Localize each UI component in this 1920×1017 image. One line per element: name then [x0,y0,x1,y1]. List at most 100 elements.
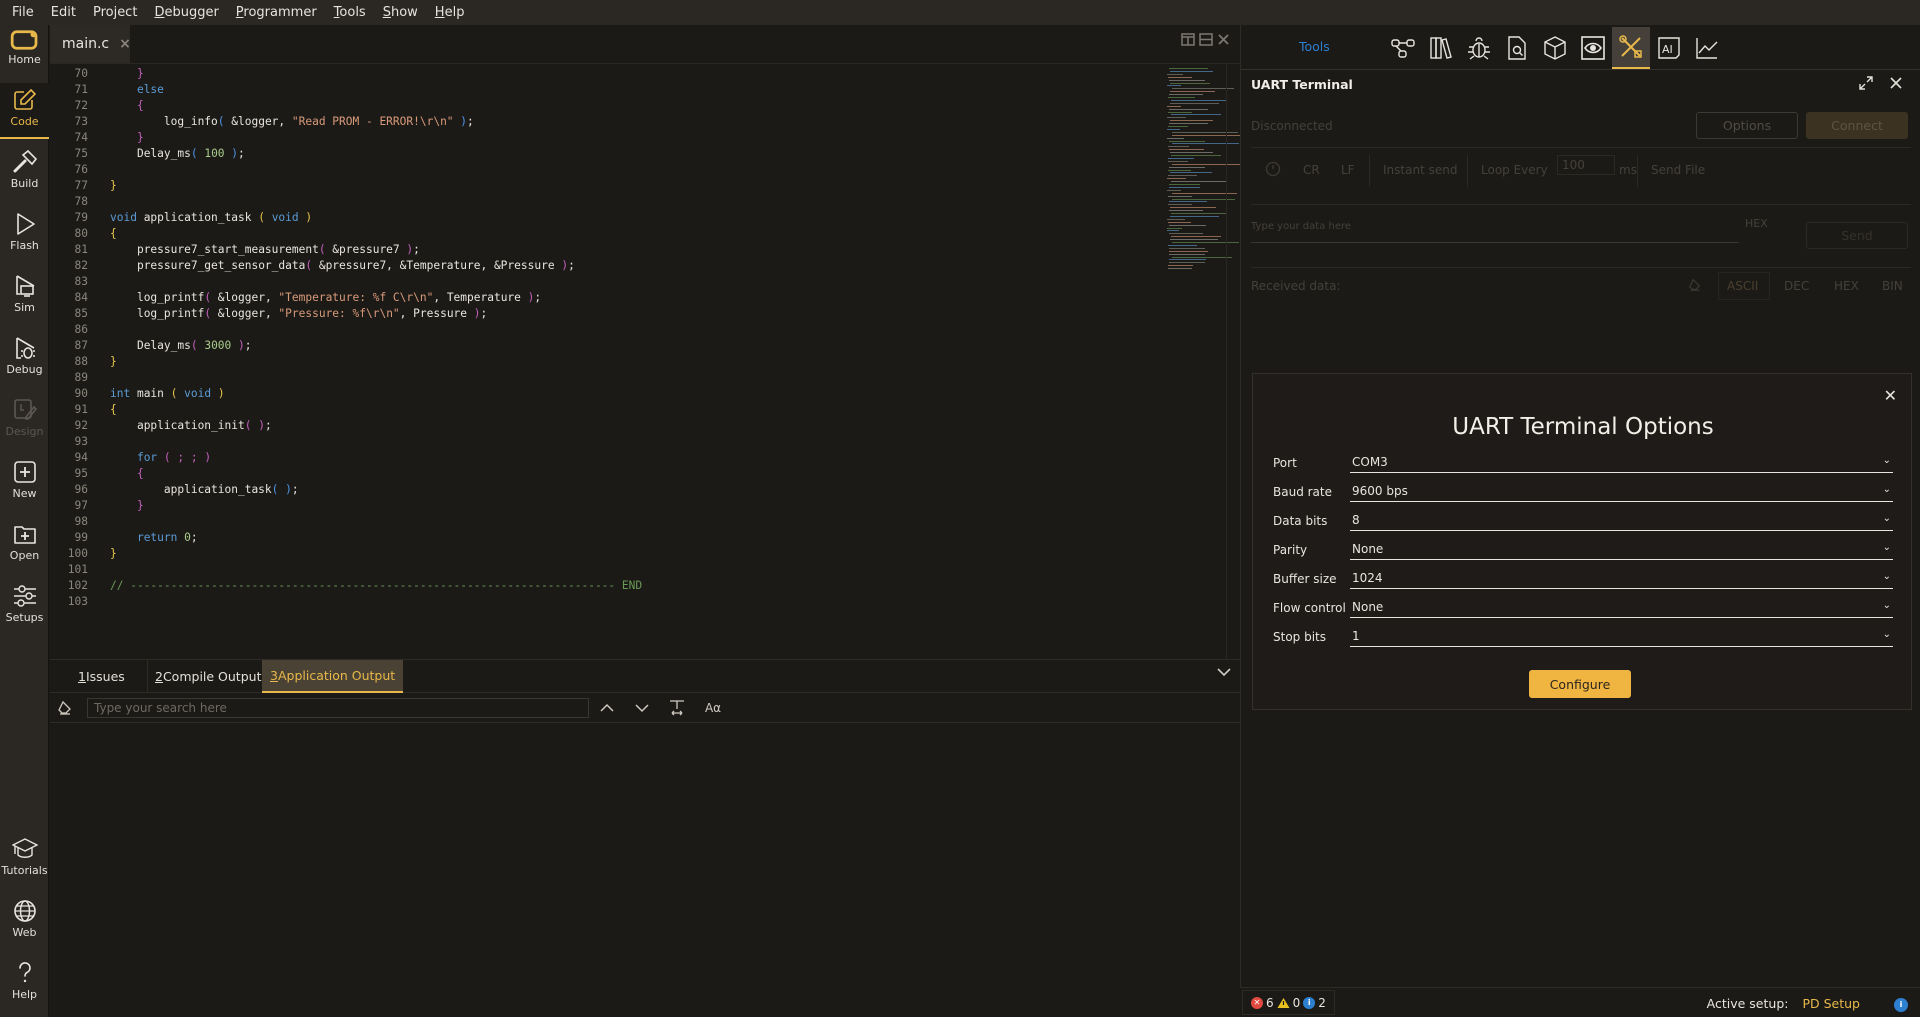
diagnostics-summary[interactable]: ✕ 6 0 i 2 [1242,990,1335,1015]
search-next-button[interactable] [632,698,652,718]
code-line[interactable]: 79 void application_task ( void ) [50,210,313,226]
tool-file-search-button[interactable] [1498,27,1536,69]
loop-interval-stepper[interactable]: 100 [1557,155,1615,175]
eraser-icon[interactable] [1688,278,1702,292]
tool-visual-button[interactable] [1574,27,1612,69]
clear-output-button[interactable] [55,698,75,718]
code-line[interactable]: 74 } [50,130,144,146]
code-line[interactable]: 80 { [50,226,117,242]
instant-send-toggle[interactable]: Instant send [1383,163,1457,177]
tool-package-button[interactable] [1536,27,1574,69]
sidebar-item-setups[interactable]: Setups [0,579,49,637]
code-line[interactable]: 72 { [50,98,144,114]
send-button[interactable]: Send [1806,222,1908,249]
tab-issues[interactable]: 1 Issues [70,660,133,693]
sidebar-item-web[interactable]: Web [0,894,49,952]
tools-label[interactable]: Tools [1299,39,1330,54]
lf-toggle[interactable]: LF [1341,163,1355,177]
code-line[interactable]: 73 log_info( &logger, "Read PROM - ERROR… [50,114,474,130]
tab-application-output[interactable]: 3 Application Output [262,660,404,693]
code-line[interactable]: 98 [50,514,110,530]
send-data-input[interactable]: Type your data here [1251,221,1351,232]
format-dec[interactable]: DEC [1784,279,1809,293]
setup-info-button[interactable]: i [1894,996,1908,1012]
tool-terminal-button[interactable] [1612,27,1650,69]
connect-button[interactable]: Connect [1806,112,1908,139]
dialog-close-icon[interactable]: ✕ [1884,386,1897,405]
buffer-size-select[interactable]: 1024 ⌄ [1350,569,1893,589]
baud-rate-select[interactable]: 9600 bps ⌄ [1350,482,1893,502]
sidebar-item-debug[interactable]: Debug [0,331,49,389]
sidebar-item-new[interactable]: New [0,455,49,513]
split-horizontal-icon[interactable] [1199,33,1213,46]
code-line[interactable]: 102 // ----------------------------------… [50,578,642,594]
code-line[interactable]: 93 [50,434,110,450]
code-line[interactable]: 87 Delay_ms( 3000 ); [50,338,252,354]
configure-button[interactable]: Configure [1529,670,1631,698]
format-hex[interactable]: HEX [1834,279,1859,293]
code-line[interactable]: 78 [50,194,110,210]
match-case-button[interactable]: Aα [703,698,723,718]
editor-vertical-scrollbar[interactable] [1226,64,1240,659]
parity-select[interactable]: None ⌄ [1350,540,1893,560]
sidebar-item-sim[interactable]: Sim [0,269,49,327]
search-previous-button[interactable] [597,698,617,718]
output-search-input[interactable] [87,698,589,718]
sidebar-item-open[interactable]: Open [0,517,49,575]
sidebar-item-help[interactable]: Help [0,956,49,1014]
menu-tools[interactable]: Tools [332,5,368,20]
code-line[interactable]: 84 log_printf( &logger, "Temperature: %f… [50,290,542,306]
code-line[interactable]: 83 [50,274,110,290]
close-panel-button[interactable] [1885,72,1907,94]
close-split-icon[interactable] [1217,33,1230,46]
collapse-panel-button[interactable] [1216,666,1232,682]
code-line[interactable]: 77} [50,178,117,194]
sidebar-item-tutorials[interactable]: Tutorials [0,832,49,890]
tool-debug-button[interactable] [1460,27,1498,69]
format-ascii[interactable]: ASCII [1718,272,1770,300]
split-vertical-icon[interactable] [1181,33,1195,46]
menu-edit[interactable]: Edit [49,5,78,20]
code-line[interactable]: 101 [50,562,110,578]
code-line[interactable]: 76 [50,162,110,178]
sidebar-item-home[interactable]: Home [0,25,49,83]
code-line[interactable]: 99 return 0; [50,530,198,546]
data-bits-select[interactable]: 8 ⌄ [1350,511,1893,531]
code-line[interactable]: 70 } [50,66,144,82]
sidebar-item-design[interactable]: Design [0,393,49,451]
tab-compile-output[interactable]: 2 Compile Output [147,660,269,693]
format-bin[interactable]: BIN [1882,279,1903,293]
code-line[interactable]: 82 pressure7_get_sensor_data( &pressure7… [50,258,575,274]
code-line[interactable]: 75 Delay_ms( 100 ); [50,146,245,162]
port-select[interactable]: COM3 ⌄ [1350,453,1893,473]
code-editor[interactable]: 70 } 71 else 72 {73 log_info( &logger, "Re… [50,63,1240,659]
code-line[interactable]: 89 [50,370,110,386]
code-line[interactable]: 95 { [50,466,144,482]
clock-icon[interactable] [1265,161,1281,177]
menu-help[interactable]: Help [433,5,467,20]
options-button[interactable]: Options [1696,112,1798,139]
code-line[interactable]: 91 { [50,402,117,418]
sidebar-item-code[interactable]: Code [0,83,49,139]
tool-network-button[interactable] [1384,27,1422,69]
flow-control-select[interactable]: None ⌄ [1350,598,1893,618]
menu-project[interactable]: Project [91,5,139,20]
sidebar-item-build[interactable]: Build [0,145,49,203]
stop-bits-select[interactable]: 1 ⌄ [1350,627,1893,647]
send-file-button[interactable]: Send File [1651,163,1705,177]
code-line[interactable]: 94 for ( ; ; ) [50,450,212,466]
code-line[interactable]: 90 int main ( void ) [50,386,225,402]
close-tab-icon[interactable]: × [119,36,131,52]
loop-every-toggle[interactable]: Loop Every [1481,163,1548,177]
menu-file[interactable]: File [10,5,36,20]
word-wrap-button[interactable] [667,698,687,718]
active-setup-value[interactable]: PD Setup [1802,996,1860,1011]
code-line[interactable]: 92 application_init( ); [50,418,272,434]
tool-chart-button[interactable] [1688,27,1726,69]
tool-ai-button[interactable]: AI [1650,27,1688,69]
code-line[interactable]: 71 else [50,82,164,98]
code-line[interactable]: 85 log_printf( &logger, "Pressure: %f\r\… [50,306,488,322]
application-output-area[interactable] [50,723,1240,987]
code-line[interactable]: 88} [50,354,117,370]
file-tab-main-c[interactable]: main.c × [50,25,131,63]
